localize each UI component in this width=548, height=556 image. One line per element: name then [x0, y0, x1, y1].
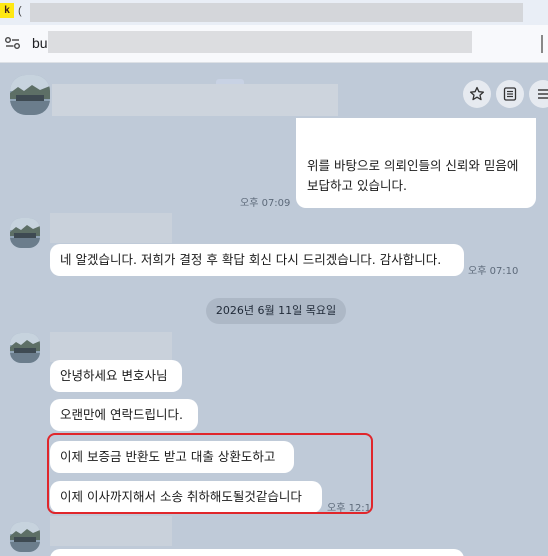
menu-icon	[538, 89, 548, 99]
favorite-button[interactable]	[463, 80, 491, 108]
tab-title-redacted[interactable]	[30, 3, 523, 22]
message-text: 안녕하세요 변호사님	[60, 368, 168, 383]
message-time: 오후 07:09	[240, 198, 291, 209]
message-time: 오후 07:10	[468, 266, 519, 277]
sender-avatar[interactable]	[10, 218, 40, 248]
chat-room-avatar[interactable]	[10, 75, 50, 115]
message-text: 오랜만에 연락드립니다.	[60, 407, 183, 422]
address-bar: bu	[0, 25, 548, 63]
chat-title-redacted	[52, 84, 338, 116]
message-bubble[interactable]: 오랜만에 연락드립니다.	[50, 399, 198, 431]
date-separator: 2026년 6월 11일 목요일	[206, 298, 346, 324]
message-text-line: 보답하고 있습니다.	[307, 178, 407, 193]
address-bar-edge	[541, 35, 543, 53]
message-bubble[interactable]: 안녕하세요 변호사님	[50, 360, 182, 392]
message-bubble[interactable]	[50, 549, 464, 556]
message-text: 네 알겠습니다. 저희가 결정 후 확답 회신 다시 드리겠습니다. 감사합니다…	[60, 252, 442, 267]
sender-avatar[interactable]	[10, 522, 40, 552]
url-redacted[interactable]	[48, 31, 472, 53]
message-text-line: 위를 바탕으로 의뢰인들의 신뢰와 믿음에	[307, 158, 519, 173]
highlight-box	[47, 433, 373, 514]
message-bubble-own[interactable]: 위를 바탕으로 의뢰인들의 신뢰와 믿음에 보답하고 있습니다.	[296, 118, 536, 208]
kakao-tab-icon[interactable]: k	[0, 3, 14, 18]
sender-name-redacted	[50, 332, 172, 362]
tab-title-prefix[interactable]: (	[18, 5, 22, 17]
site-info-icon[interactable]	[4, 35, 22, 51]
menu-button[interactable]	[529, 80, 548, 108]
notes-icon	[503, 87, 517, 101]
notes-button[interactable]	[496, 80, 524, 108]
sender-name-redacted	[50, 516, 172, 546]
star-icon	[469, 86, 485, 101]
browser-titlebar: k (	[0, 0, 548, 25]
message-bubble[interactable]: 네 알겠습니다. 저희가 결정 후 확답 회신 다시 드리겠습니다. 감사합니다…	[50, 244, 464, 276]
url-text[interactable]: bu	[32, 35, 48, 51]
sender-name-redacted	[50, 213, 172, 243]
sender-avatar[interactable]	[10, 333, 40, 363]
